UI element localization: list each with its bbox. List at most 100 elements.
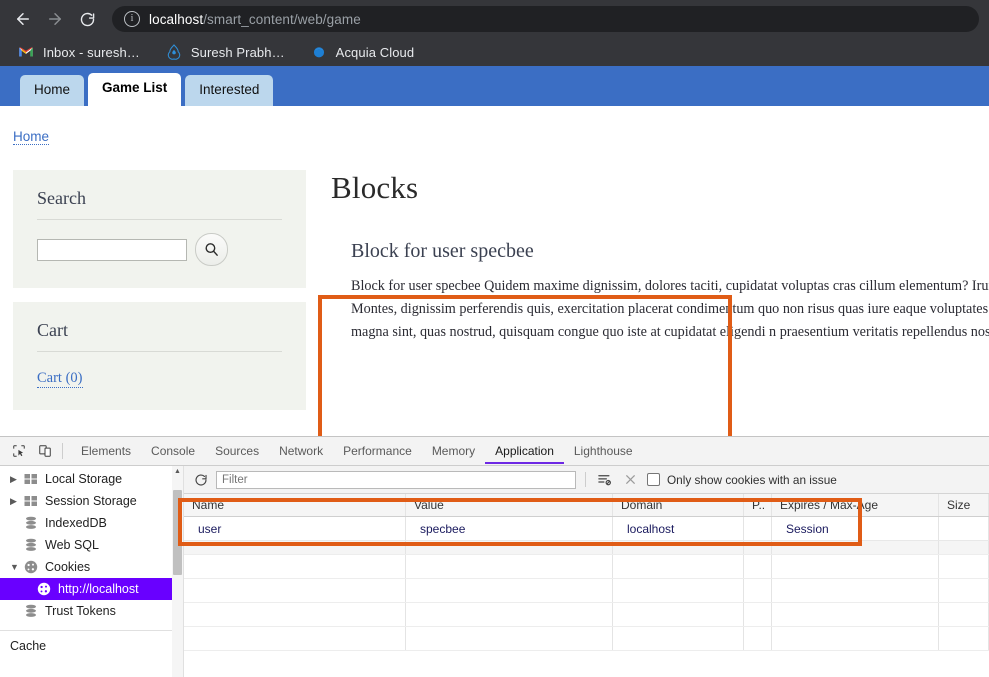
bookmark-drupal[interactable]: Suresh Prabh…: [166, 44, 285, 60]
user-block: Block for user specbee Block for user sp…: [331, 240, 989, 344]
tree-item-label: Web SQL: [45, 538, 99, 552]
table-row-blank: [184, 603, 989, 627]
column-header-value[interactable]: Value: [406, 494, 613, 516]
back-arrow-icon: [14, 10, 32, 28]
search-row: [37, 233, 282, 266]
tree-item-session-storage[interactable]: ▶ Session Storage: [0, 490, 183, 512]
back-button[interactable]: [8, 4, 38, 34]
inspect-element-button[interactable]: [6, 439, 32, 463]
devtools-tab-application[interactable]: Application: [485, 439, 564, 464]
tree-item-web-sql[interactable]: Web SQL: [0, 534, 183, 556]
refresh-icon: [194, 473, 208, 487]
tree-item-label: IndexedDB: [45, 516, 107, 530]
cell-size: [939, 517, 989, 540]
search-icon: [203, 241, 220, 258]
refresh-cookies-button[interactable]: [192, 471, 210, 489]
devtools-tab-lighthouse[interactable]: Lighthouse: [564, 439, 643, 464]
gmail-icon: [18, 44, 34, 60]
forward-arrow-icon: [46, 10, 64, 28]
scrollbar-thumb[interactable]: [173, 490, 182, 575]
cell-empty: [772, 579, 939, 602]
database-icon: [23, 603, 39, 619]
inspect-element-icon: [12, 444, 26, 458]
database-icon: [23, 515, 39, 531]
forward-button[interactable]: [40, 4, 70, 34]
checkbox-box[interactable]: [647, 473, 660, 486]
devtools-tab-elements[interactable]: Elements: [71, 439, 141, 464]
column-header-name[interactable]: Name: [184, 494, 406, 516]
cell-empty: [772, 603, 939, 626]
search-block: Search: [13, 170, 306, 288]
chevron-right-icon[interactable]: ▶: [10, 475, 23, 484]
only-issues-checkbox[interactable]: Only show cookies with an issue: [647, 473, 837, 487]
clear-filter-button[interactable]: [595, 471, 613, 489]
search-submit-button[interactable]: [195, 233, 228, 266]
user-block-body: Block for user specbee Quidem maxime dig…: [351, 275, 989, 344]
device-toolbar-button[interactable]: [32, 439, 58, 463]
reload-button[interactable]: [72, 4, 102, 34]
tree-item-label: http://localhost: [58, 582, 139, 596]
clear-all-cookies-button[interactable]: [621, 471, 639, 489]
address-bar[interactable]: i localhost/smart_content/web/game: [112, 6, 979, 32]
tab-interested[interactable]: Interested: [185, 75, 273, 106]
cell-empty: [744, 627, 772, 650]
drupal-icon: [166, 44, 182, 60]
tree-item-local-storage[interactable]: ▶ Local Storage: [0, 468, 183, 490]
cart-link[interactable]: Cart (0): [37, 370, 83, 388]
cell-empty: [772, 555, 939, 578]
tree-item-trust-tokens[interactable]: Trust Tokens: [0, 600, 183, 622]
device-toolbar-icon: [38, 444, 52, 458]
column-header-domain[interactable]: Domain: [613, 494, 744, 516]
column-header-size[interactable]: Size: [939, 494, 989, 516]
column-header-path[interactable]: P..: [744, 494, 772, 516]
database-icon: [23, 537, 39, 553]
bookmark-gmail[interactable]: Inbox - suresh…: [18, 44, 140, 60]
cell-empty: [939, 627, 989, 650]
tab-game-list[interactable]: Game List: [88, 73, 181, 106]
sidebar-scrollbar[interactable]: ▲: [172, 466, 183, 677]
devtools-tab-sources[interactable]: Sources: [205, 439, 269, 464]
cart-block: Cart Cart (0): [13, 302, 306, 410]
acquia-icon: [311, 44, 327, 60]
toolbar-divider: [585, 472, 586, 487]
url-path: /smart_content/web/game: [203, 12, 361, 27]
site-info-icon[interactable]: i: [124, 11, 140, 27]
table-row-blank: [184, 627, 989, 651]
devtools-tab-memory[interactable]: Memory: [422, 439, 485, 464]
devtools-tab-performance[interactable]: Performance: [333, 439, 422, 464]
cell-empty: [939, 579, 989, 602]
cell-domain: localhost: [613, 517, 744, 540]
cookies-panel: Only show cookies with an issue Name Val…: [184, 466, 989, 677]
bookmark-acquia[interactable]: Acquia Cloud: [311, 44, 415, 60]
search-input[interactable]: [37, 239, 187, 261]
tree-item-indexeddb[interactable]: IndexedDB: [0, 512, 183, 534]
breadcrumb-home-link[interactable]: Home: [13, 129, 49, 145]
devtools-tab-network[interactable]: Network: [269, 439, 333, 464]
chevron-down-icon[interactable]: ▼: [10, 563, 23, 572]
cell-empty: [613, 555, 744, 578]
clear-all-icon: [624, 473, 637, 486]
table-header-row: Name Value Domain P.. Expires / Max-Age …: [184, 494, 989, 517]
url-text: localhost/smart_content/web/game: [149, 12, 361, 27]
tab-home[interactable]: Home: [20, 75, 84, 106]
column-header-expires[interactable]: Expires / Max-Age: [772, 494, 939, 516]
tree-item-label: Cookies: [45, 560, 90, 574]
breadcrumb: Home: [0, 106, 989, 146]
chevron-right-icon[interactable]: ▶: [10, 497, 23, 506]
cell-empty: [772, 627, 939, 650]
scroll-up-arrow-icon[interactable]: ▲: [172, 466, 183, 477]
bookmark-label: Inbox - suresh…: [43, 45, 140, 60]
table-row[interactable]: user specbee localhost Session: [184, 517, 989, 541]
page-title: Blocks: [331, 170, 989, 206]
cell-empty: [939, 555, 989, 578]
cell-empty: [406, 603, 613, 626]
tree-item-cookies[interactable]: ▼ Cookies: [0, 556, 183, 578]
cell-empty: [613, 541, 744, 554]
user-block-title: Block for user specbee: [351, 240, 989, 263]
devtools-tab-console[interactable]: Console: [141, 439, 205, 464]
filter-input[interactable]: [216, 471, 576, 489]
page-viewport: Home Game List Interested Home Search Ca…: [0, 66, 989, 436]
tree-section-cache: Cache: [0, 631, 183, 653]
storage-tree: ▶ Local Storage ▶ Session Storage Indexe…: [0, 466, 183, 622]
tree-item-localhost-cookies[interactable]: http://localhost: [0, 578, 183, 600]
